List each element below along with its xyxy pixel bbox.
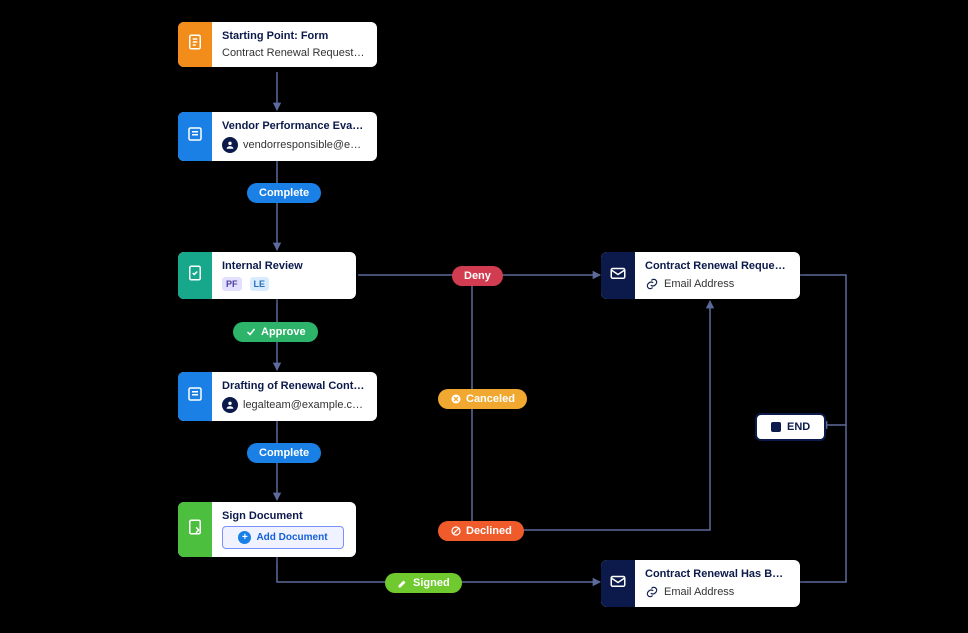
task-icon: [178, 112, 212, 161]
badge-approve: Approve: [233, 322, 318, 342]
badge-signed: Signed: [385, 573, 462, 593]
tag-le: LE: [250, 277, 270, 291]
stop-icon: [771, 422, 781, 432]
node-assignee: legalteam@example.c…: [222, 397, 365, 413]
node-link: Email Address: [645, 585, 788, 599]
badge-canceled: Canceled: [438, 389, 527, 409]
node-title: Contract Renewal Request H…: [645, 260, 788, 272]
node-email-denied[interactable]: Contract Renewal Request H… Email Addres…: [601, 252, 800, 299]
add-document-button[interactable]: + Add Document: [222, 526, 344, 549]
node-assignee: vendorresponsible@e…: [222, 137, 365, 153]
node-sign-document[interactable]: Sign Document + Add Document: [178, 502, 356, 557]
node-tags: PF LE: [222, 277, 344, 291]
node-title: Starting Point: Form: [222, 30, 365, 42]
link-icon: [645, 585, 659, 599]
node-subtitle: Contract Renewal Request…: [222, 47, 365, 59]
task-icon: [178, 372, 212, 421]
badge-deny: Deny: [452, 266, 503, 286]
email-icon: [601, 560, 635, 607]
node-drafting[interactable]: Drafting of Renewal Contract legalteam@e…: [178, 372, 377, 421]
pen-icon: [397, 577, 409, 589]
person-icon: [222, 397, 238, 413]
node-start-form[interactable]: Starting Point: Form Contract Renewal Re…: [178, 22, 377, 67]
node-title: Sign Document: [222, 510, 344, 522]
node-end[interactable]: END: [755, 413, 826, 441]
node-internal-review[interactable]: Internal Review PF LE: [178, 252, 356, 299]
email-icon: [601, 252, 635, 299]
node-title: Internal Review: [222, 260, 344, 272]
end-label: END: [787, 421, 810, 433]
block-icon: [450, 525, 462, 537]
badge-complete: Complete: [247, 183, 321, 203]
badge-declined: Declined: [438, 521, 524, 541]
node-email-signed[interactable]: Contract Renewal Has Been … Email Addres…: [601, 560, 800, 607]
node-vendor-evaluation[interactable]: Vendor Performance Evaluati… vendorrespo…: [178, 112, 377, 161]
tag-pf: PF: [222, 277, 242, 291]
form-icon: [178, 22, 212, 67]
plus-icon: +: [238, 531, 251, 544]
check-icon: [245, 326, 257, 338]
cancel-icon: [450, 393, 462, 405]
node-link: Email Address: [645, 277, 788, 291]
node-title: Contract Renewal Has Been …: [645, 568, 788, 580]
node-title: Drafting of Renewal Contract: [222, 380, 365, 392]
badge-complete: Complete: [247, 443, 321, 463]
person-icon: [222, 137, 238, 153]
sign-icon: [178, 502, 212, 557]
review-icon: [178, 252, 212, 299]
link-icon: [645, 277, 659, 291]
node-title: Vendor Performance Evaluati…: [222, 120, 365, 132]
